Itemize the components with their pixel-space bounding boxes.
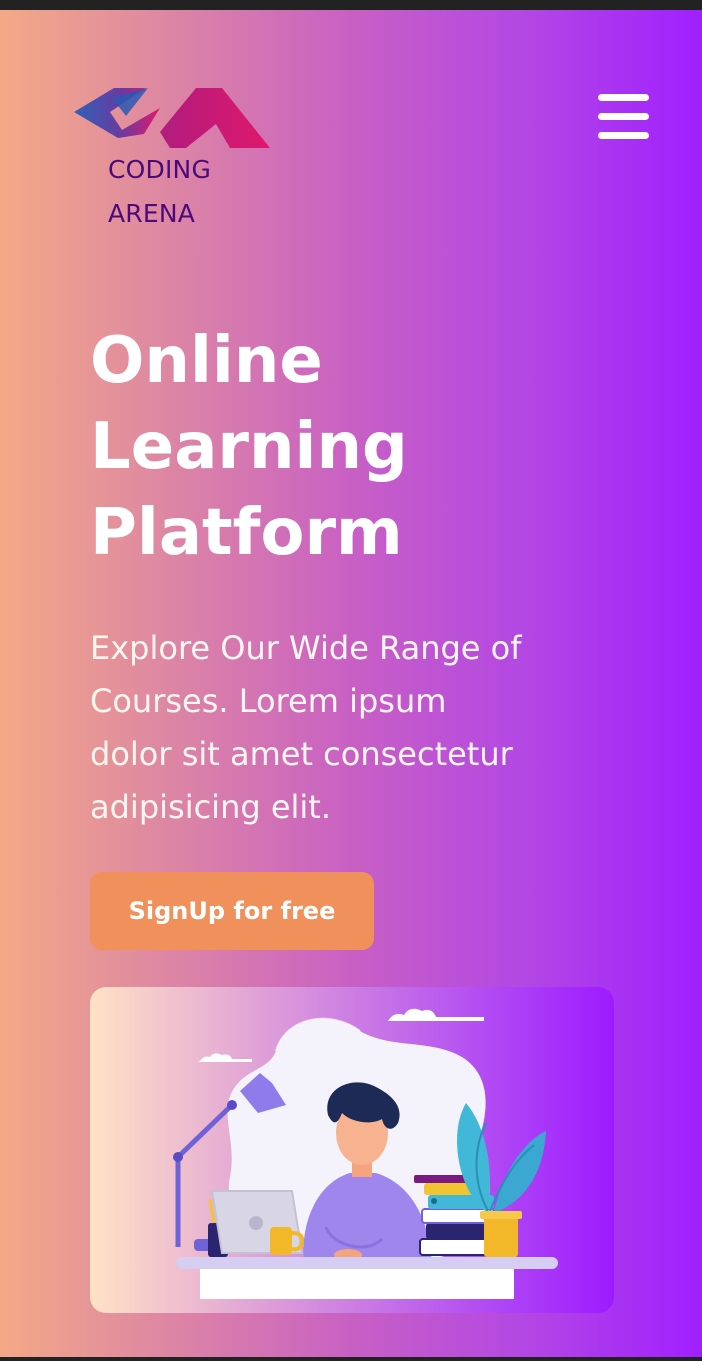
menu-bar-top (598, 94, 649, 101)
hero-illustration (90, 987, 614, 1313)
menu-bar-middle (598, 113, 649, 120)
brand-name-line2: ARENA (108, 199, 196, 228)
hero-title-line2: Learning (90, 410, 408, 484)
logo-mark-icon (74, 88, 270, 148)
hero-description-line1: Explore Our Wide Range of (90, 629, 522, 667)
brand-name-line1: CODING (108, 155, 212, 184)
hero-title-line1: Online (90, 324, 323, 398)
status-bar-edge (0, 0, 702, 10)
hamburger-menu-icon[interactable] (598, 94, 650, 140)
signup-button[interactable]: SignUp for free (90, 872, 374, 950)
brand-name: CODING ARENA (108, 148, 211, 236)
landing-page: CODING ARENA Online Learning Platform Ex… (0, 10, 702, 1357)
hero-description-line2: Courses. Lorem ipsum (90, 682, 447, 720)
bottom-edge (0, 1357, 702, 1361)
brand-logo[interactable]: CODING ARENA (74, 76, 274, 236)
hero-title-line3: Platform (90, 496, 403, 570)
hero-description-line3: dolor sit amet consectetur (90, 735, 513, 773)
hero-description-line4: adipisicing elit. (90, 788, 332, 826)
student-studying-illustration-icon (173, 1008, 558, 1299)
menu-bar-bottom (598, 132, 649, 139)
hero-title: Online Learning Platform (90, 318, 610, 576)
hero-description: Explore Our Wide Range of Courses. Lorem… (90, 622, 600, 834)
